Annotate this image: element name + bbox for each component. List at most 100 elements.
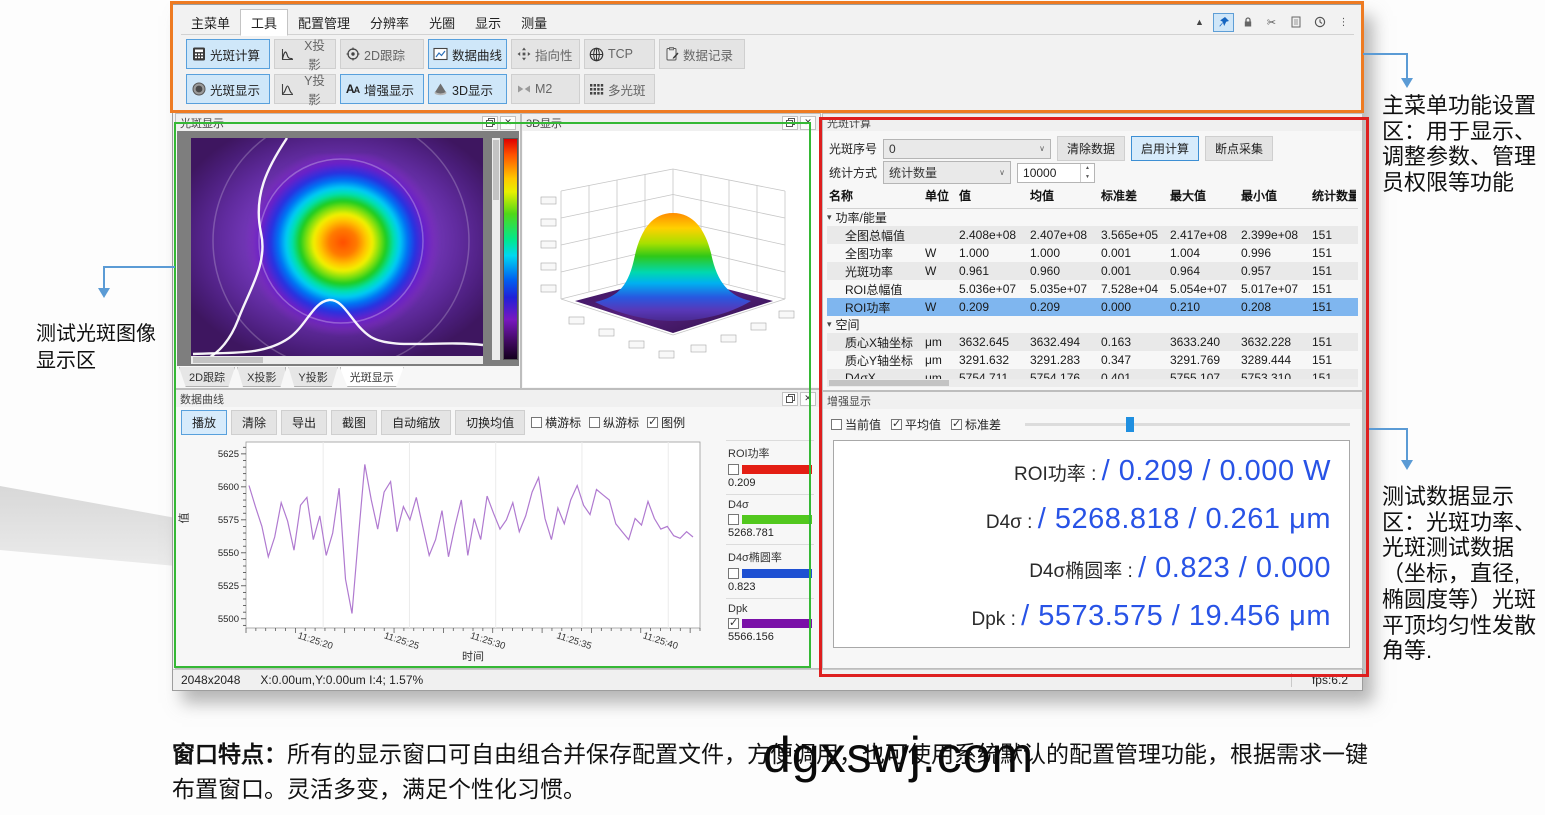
close-icon[interactable]: ✕ [500,116,516,130]
calc-action-button[interactable]: 启用计算 [1131,136,1199,161]
curve-option-checkbox[interactable]: 横游标 [531,414,581,431]
close-icon[interactable]: ✕ [800,392,816,406]
toolbar-button[interactable]: 光斑显示 [186,74,270,104]
curve-toolbar-button[interactable]: 播放 [181,410,227,435]
vertical-scrollbar[interactable] [492,138,500,360]
pin-icon [1218,16,1230,28]
table-header-cell: 最小值 [1239,187,1310,204]
surface-3d-plot[interactable] [523,131,819,387]
curve-toolbar-button[interactable]: 清除 [231,410,277,435]
enhanced-option-checkbox[interactable]: 当前值 [831,416,881,433]
curve-toolbar-button[interactable]: 自动缩放 [381,410,451,435]
slider-handle[interactable] [1126,417,1134,432]
metric-value: / 0.823 / 0.000 [1138,552,1331,584]
toolbar-button[interactable]: 光斑计算 [186,39,270,69]
table-row[interactable]: 全图总幅值2.408e+082.407e+083.565e+052.417e+0… [827,226,1358,244]
calc-action-button[interactable]: 清除数据 [1057,136,1125,161]
trend-chart[interactable]: 11:25:2011:25:2511:25:3011:25:3511:25:40… [200,436,728,666]
horizontal-scrollbar[interactable] [827,379,1358,387]
legend-checkbox[interactable] [728,568,739,579]
table-row[interactable]: 质心X轴坐标μm3632.6453632.4940.1633633.240363… [827,333,1358,351]
toolbar-button[interactable]: X投影 [274,39,336,69]
table-cell: 151 [1310,264,1356,278]
checkbox-icon [891,419,902,430]
legend-checkbox[interactable] [728,464,739,475]
horizontal-scrollbar[interactable] [191,356,483,364]
beam-view-tab[interactable]: Y投影 [288,367,337,387]
toolbar-button[interactable]: 数据曲线 [428,39,507,69]
calculator-icon [191,47,206,62]
stat-count-spinner[interactable]: 10000 ▲▼ [1017,163,1095,183]
toolbar-button[interactable]: 3D显示 [428,74,507,104]
curve-option-checkbox[interactable]: 纵游标 [589,414,639,431]
window-control-button[interactable] [1309,13,1330,32]
window-control-button[interactable] [1237,13,1258,32]
curve-option-checkbox[interactable]: 图例 [647,414,685,431]
menu-item[interactable]: 测量 [511,10,557,35]
menu-item[interactable]: 光圈 [419,10,465,35]
menu-item[interactable]: 工具 [240,9,288,36]
toolbar-button[interactable]: TCP [584,39,655,69]
panel-title: 增强显示 [827,393,871,409]
table-row[interactable]: 质心Y轴坐标μm3291.6323291.2830.3473291.769328… [827,351,1358,369]
curve-toolbar-button[interactable]: 导出 [281,410,327,435]
table-cell: 3633.240 [1168,335,1239,349]
restore-icon[interactable] [782,392,798,406]
spot-index-select[interactable]: 0 ∨ [883,139,1051,159]
app-window: 主菜单 工具 配置管理 分辨率 光圈 显示 [172,4,1363,691]
window-control-button[interactable] [1213,13,1234,32]
window-control-button[interactable]: ⋮ [1333,13,1354,32]
toolbar-button[interactable]: M2 [511,74,580,104]
spin-up-icon[interactable]: ▲ [1081,164,1094,173]
cursor-status: X:0.00um,Y:0.00um I:4; 1.57% [250,673,433,687]
toolbar-button[interactable]: 2D跟踪 [340,39,424,69]
restore-icon[interactable] [782,116,798,130]
history-slider[interactable] [1025,423,1350,426]
calc-action-button[interactable]: 断点采集 [1205,136,1273,161]
svg-text:5625: 5625 [218,449,239,460]
toolbar-button-label: 光斑显示 [210,80,260,99]
table-row[interactable]: ROI总幅值5.036e+075.035e+077.528e+045.054e+… [827,280,1358,298]
chevron-down-icon: ∨ [1039,144,1045,153]
window-control-button[interactable] [1285,13,1306,32]
toolbar-button[interactable]: Y投影 [274,74,336,104]
stat-mode-select[interactable]: 统计数量 ∨ [883,161,1011,184]
beam-view-tab[interactable]: 2D跟踪 [179,367,235,387]
curve-toolbar-button[interactable]: 截图 [331,410,377,435]
enhanced-option-checkbox[interactable]: 标准差 [951,416,1001,433]
beam-image[interactable] [191,138,483,360]
beam-view-tab[interactable]: 光斑显示 [340,367,404,387]
menu-item[interactable]: 显示 [465,10,511,35]
svg-text:5500: 5500 [218,614,239,625]
spin-down-icon[interactable]: ▼ [1081,173,1094,182]
close-icon[interactable]: ✕ [800,116,816,130]
toolbar-button[interactable]: 数据记录 [659,39,745,69]
curve-toolbar-button[interactable]: 切换均值 [455,410,525,435]
table-group-row[interactable]: ▾空间 [827,316,1358,333]
beam-view-tab[interactable]: X投影 [237,367,286,387]
menu-item[interactable]: 主菜单 [181,10,240,35]
restore-icon[interactable] [482,116,498,130]
table-row[interactable]: 全图功率W1.0001.0000.0011.0040.996151 [827,244,1358,262]
table-row[interactable]: ROI功率W0.2090.2090.0000.2100.208151 [827,298,1358,316]
toolbar-button[interactable]: AA 增强显示 [340,74,424,104]
table-cell: 0.961 [957,264,1028,278]
toolbar-button[interactable]: 指向性 [511,39,580,69]
table-cell: μm [923,335,957,349]
window-control-button[interactable]: ▲ [1189,13,1210,32]
window-control-button[interactable]: ✂ [1261,13,1282,32]
toolbar-button[interactable]: 多光斑 [584,74,655,104]
svg-text:5600: 5600 [218,482,239,493]
table-row[interactable]: 光斑功率W0.9610.9600.0010.9640.957151 [827,262,1358,280]
table-cell: 3632.645 [957,335,1028,349]
metric-row: Dpk : / 5573.575 / 19.456 μm [840,600,1331,633]
checkbox-icon [831,419,842,430]
legend-checkbox[interactable] [728,618,739,629]
toolbar-button-label: 数据记录 [683,45,733,64]
menu-item[interactable]: 分辨率 [360,10,419,35]
enhanced-option-checkbox[interactable]: 平均值 [891,416,941,433]
table-group-row[interactable]: ▾功率/能量 [827,209,1358,226]
table-cell: 2.417e+08 [1168,228,1239,242]
menu-item[interactable]: 配置管理 [288,10,360,35]
legend-checkbox[interactable] [728,514,739,525]
